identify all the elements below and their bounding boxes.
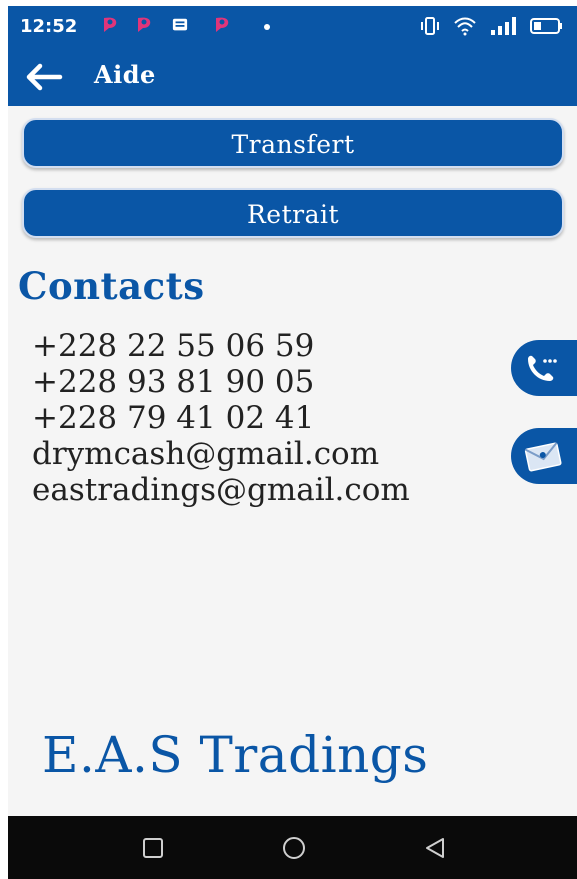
- status-time: 12:52: [20, 16, 78, 37]
- brand-name: E.A.S Tradings: [42, 726, 429, 784]
- app-bar: Aide: [8, 48, 577, 106]
- contacts-heading: Contacts: [18, 264, 205, 308]
- back-triangle-icon[interactable]: [422, 835, 448, 861]
- signal-icon: [491, 17, 516, 35]
- notification-app-icon: [216, 17, 229, 32]
- contact-email-1: drymcash@gmail.com: [32, 436, 380, 472]
- status-dot: [264, 24, 270, 30]
- contact-phone-2: +228 93 81 90 05: [32, 364, 315, 400]
- phone-icon: [528, 355, 557, 381]
- system-nav-bar: [8, 816, 577, 879]
- recents-square-icon[interactable]: [140, 835, 166, 861]
- page-title: Aide: [94, 60, 156, 89]
- notification-app-icon: [138, 17, 151, 32]
- contact-phone-3: +228 79 41 02 41: [32, 400, 315, 436]
- phone-screen: 12:52 Aide Transfert Retrait Contacts +2…: [8, 6, 577, 879]
- contact-email-2: eastradings@gmail.com: [32, 472, 410, 508]
- call-button[interactable]: [511, 340, 577, 396]
- wifi-icon: [454, 17, 476, 36]
- home-circle-icon[interactable]: [281, 835, 307, 861]
- withdrawal-button[interactable]: Retrait: [22, 188, 564, 238]
- contact-list: +228 22 55 06 59 +228 93 81 90 05 +228 7…: [32, 328, 410, 508]
- battery-icon: [530, 18, 562, 34]
- status-bar: 12:52: [8, 6, 577, 48]
- status-right-icons: [419, 15, 565, 37]
- contact-phone-1: +228 22 55 06 59: [32, 328, 315, 364]
- transfer-button[interactable]: Transfert: [22, 118, 564, 168]
- notification-app-icon: [104, 17, 117, 32]
- email-button[interactable]: [511, 428, 577, 484]
- vibrate-icon: [421, 17, 439, 35]
- arrow-left-icon[interactable]: [24, 62, 64, 92]
- message-icon: [172, 18, 188, 31]
- envelope-icon: [524, 442, 562, 472]
